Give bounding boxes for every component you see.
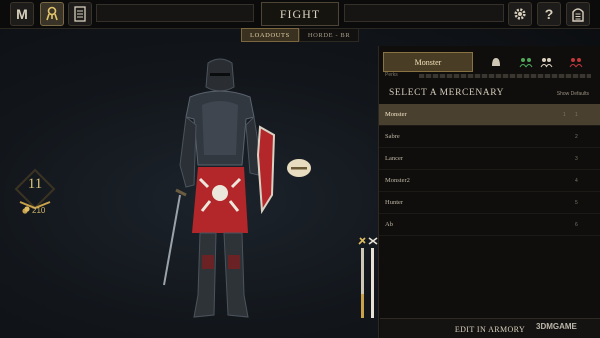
watermark: 3DMGAME — [536, 322, 577, 331]
main-menu-logo-button[interactable]: M — [10, 2, 34, 26]
mercenary-index: 5 — [575, 199, 578, 206]
scroll-button[interactable] — [68, 2, 92, 26]
mercenary-index: 6 — [575, 221, 578, 228]
perk-slots[interactable] — [419, 74, 591, 78]
exit-button[interactable] — [566, 2, 590, 26]
mercenary-name: Monster2 — [385, 177, 410, 184]
mercenary-name: Hunter — [385, 199, 404, 206]
top-bar: M FIGHT ? — [0, 0, 600, 29]
mercenary-name: Sabre — [385, 133, 400, 140]
quest-button[interactable] — [40, 2, 64, 26]
mercenary-name: Monster — [385, 111, 407, 118]
tab-horde-br[interactable]: HORDE - BR — [298, 28, 360, 42]
game-screen: { "topbar": { "logo_letter": "M", "fight… — [0, 0, 600, 338]
list-item[interactable]: Sabre 2 — [379, 126, 600, 148]
list-item[interactable]: Lancer 3 — [379, 148, 600, 170]
mercenary-stat: 1 — [563, 111, 566, 118]
show-defaults-toggle[interactable]: Show Defaults — [557, 91, 589, 97]
fight-button[interactable]: FIGHT — [261, 2, 339, 26]
team-white-icon[interactable] — [539, 56, 553, 68]
gear-icon — [514, 8, 526, 20]
gold-value: 210 — [32, 206, 46, 215]
quest-icon — [46, 6, 58, 21]
mercenary-index: 4 — [575, 177, 578, 184]
mercenary-index: 1 — [575, 111, 578, 118]
team-red-icon[interactable] — [569, 56, 583, 68]
player-level: 11 — [27, 176, 43, 192]
list-item[interactable]: Monster 1 1 — [379, 104, 600, 126]
top-slot-left — [96, 4, 254, 22]
perks-bar: Perks — [385, 72, 595, 80]
list-item[interactable]: Monster2 4 — [379, 170, 600, 192]
mercenary-name: Lancer — [385, 155, 404, 162]
mordhau-logo-icon: M — [16, 6, 28, 22]
scroll-icon — [74, 6, 86, 22]
mode-tabs: LOADOUTS HORDE - BR — [241, 28, 360, 43]
crossed-swords-icon — [368, 237, 378, 245]
help-icon: ? — [544, 6, 554, 22]
class-tab-row: Monster — [379, 50, 600, 72]
panel-heading: SELECT A MERCENARY — [389, 88, 505, 98]
gold-amount: 210 — [22, 206, 45, 215]
list-item[interactable]: Ab 6 — [379, 214, 600, 236]
settings-button[interactable] — [508, 2, 532, 26]
castle-gate-icon — [572, 8, 584, 22]
emote-helmet-icon[interactable] — [285, 157, 313, 179]
mercenary-index: 2 — [575, 133, 578, 140]
team-green-icon[interactable] — [519, 56, 533, 68]
sword-icon — [358, 237, 366, 245]
gold-coins-icon — [22, 206, 30, 214]
list-item[interactable]: Hunter 5 — [379, 192, 600, 214]
perks-label: Perks — [385, 72, 398, 78]
mercenary-panel: Monster Perks SELECT A MERCENARY Show De… — [378, 46, 600, 338]
top-slot-right — [344, 4, 504, 22]
mercenary-index: 3 — [575, 155, 578, 162]
class-tab-monster[interactable]: Monster — [383, 52, 473, 72]
helmet-icon[interactable] — [489, 56, 503, 68]
mercenary-name: Ab — [385, 221, 393, 228]
mercenary-list: Monster 1 1 Sabre 2 Lancer 3 Monster2 4 … — [379, 104, 600, 236]
tab-loadouts[interactable]: LOADOUTS — [241, 28, 299, 42]
mercenary-character-preview[interactable] — [150, 55, 290, 325]
help-button[interactable]: ? — [537, 2, 561, 26]
